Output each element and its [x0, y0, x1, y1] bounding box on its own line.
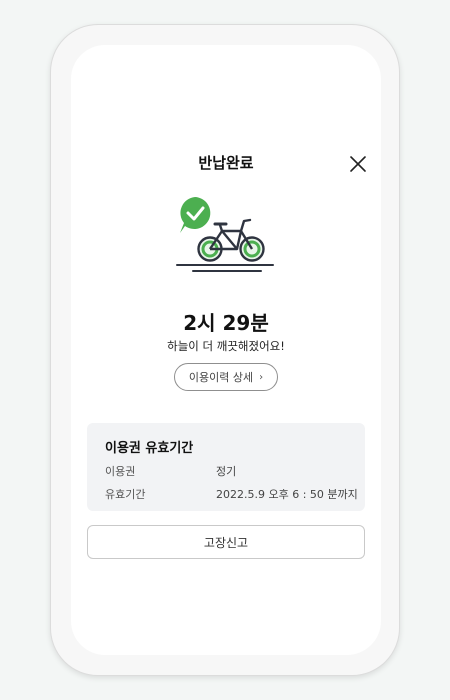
- history-detail-button[interactable]: 이용이력 상세 ›: [174, 363, 278, 391]
- ticket-info-panel: 이용권 유효기간 이용권 정기 유효기간 2022.5.9 오후 6 : 50 …: [87, 423, 365, 511]
- phone-frame: 반납완료 2시 29분 하늘이 더 깨끗해졌어요! 이용이력 상세 › 이용권 …: [50, 24, 400, 676]
- close-icon: [350, 156, 366, 172]
- validity-row: 유효기간 2022.5.9 오후 6 : 50 분까지: [105, 486, 365, 502]
- ticket-info-title: 이용권 유효기간: [105, 441, 194, 456]
- close-button[interactable]: [349, 155, 367, 173]
- ride-duration: 2시 29분: [183, 311, 269, 335]
- ticket-type-label: 이용권: [105, 465, 136, 478]
- check-icon: [180, 197, 211, 233]
- validity-value: 2022.5.9 오후 6 : 50 분까지: [216, 488, 358, 501]
- ticket-type-value: 정기: [216, 465, 237, 478]
- report-fault-button[interactable]: 고장신고: [87, 525, 365, 559]
- return-complete-illustration: [175, 195, 275, 277]
- bicycle-icon: [176, 197, 274, 272]
- history-detail-label: 이용이력 상세: [188, 371, 254, 384]
- page-title: 반납완료: [198, 154, 254, 172]
- chevron-right-icon: ›: [259, 371, 264, 383]
- validity-label: 유효기간: [105, 488, 146, 501]
- eco-message: 하늘이 더 깨끗해졌어요!: [167, 339, 285, 353]
- ticket-type-row: 이용권 정기: [105, 463, 365, 479]
- screen: 반납완료 2시 29분 하늘이 더 깨끗해졌어요! 이용이력 상세 › 이용권 …: [71, 45, 381, 655]
